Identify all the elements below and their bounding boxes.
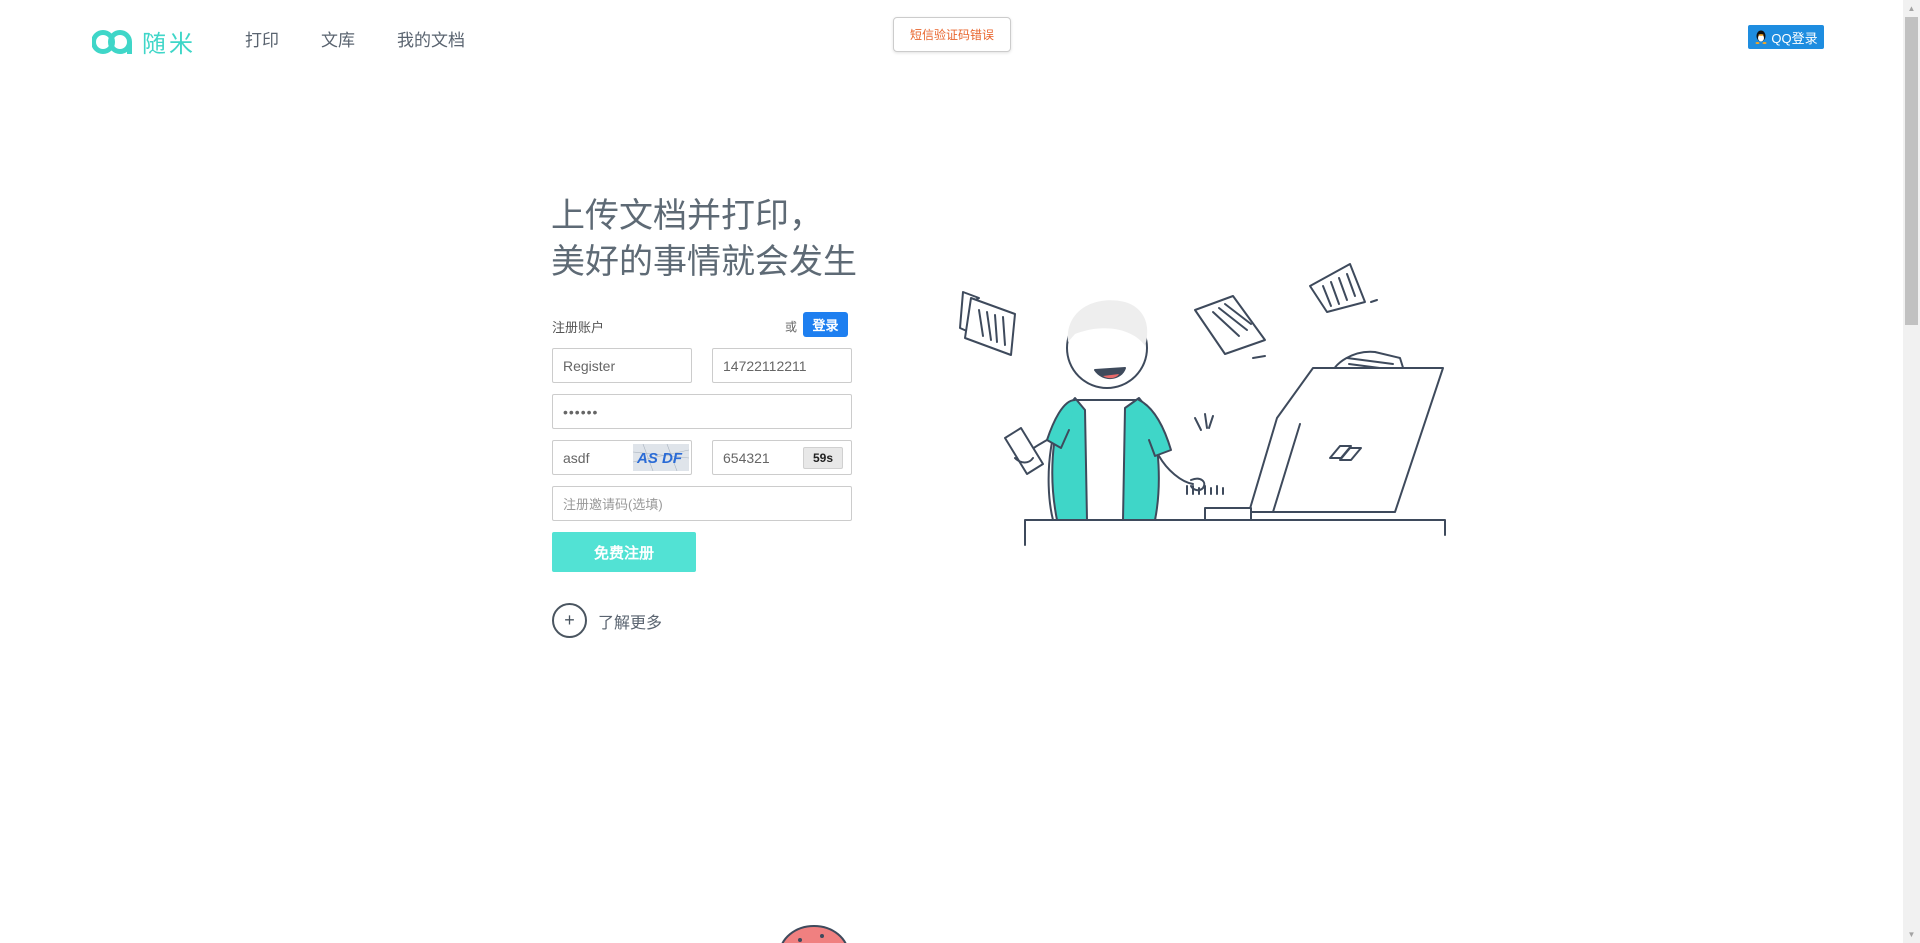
form-header: 注册账户 或 登录 [552,310,852,340]
or-text: 或 [785,320,798,334]
logo[interactable]: 随米 [92,24,196,59]
scroll-down-arrow-icon[interactable]: ▼ [1903,926,1920,943]
captcha-image-text: AS DF [636,450,683,467]
bottom-partial-graphic [781,925,847,943]
captcha-image[interactable]: AS DF [633,444,689,471]
password-input[interactable]: •••••• [552,394,852,429]
laptop-icon [1204,367,1444,521]
qq-login-button[interactable]: QQ登录 [1748,25,1824,49]
flying-paper-icon [1309,263,1378,313]
logo-icon [92,29,132,54]
desk [1024,519,1446,546]
site-header: 随米 打印 文库 我的文档 短信验证码错误 QQ登录 [0,0,1900,75]
headline-line-1: 上传文档并打印， [551,197,823,235]
learn-more-label: 了解更多 [598,614,663,632]
nav-item-my-documents[interactable]: 我的文档 [397,26,465,51]
scroll-up-arrow-icon[interactable]: ▲ [1903,0,1920,17]
register-form: 注册账户 或 登录 Register 14722112211 •••••• as… [552,310,852,572]
qq-login-label: QQ登录 [1771,30,1818,46]
submit-register-button[interactable]: 免费注册 [552,532,696,572]
nav-item-print[interactable]: 打印 [245,26,279,51]
main-nav: 打印 文库 我的文档 [245,26,507,51]
hero-headline: 上传文档并打印， 美好的事情就会发生 [551,193,857,285]
scroll-thumb[interactable] [1905,17,1918,325]
headline-line-2: 美好的事情就会发生 [551,243,857,281]
logo-text: 随米 [142,31,196,58]
phone-input[interactable]: 14722112211 [712,348,852,383]
error-toast: 短信验证码错误 [893,17,1011,52]
flying-paper-icon [959,291,1016,356]
plus-icon: + [552,603,587,638]
sms-code-wrap[interactable]: 654321 59s [712,440,852,475]
learn-more-link[interactable]: + 了解更多 [552,603,662,638]
sms-code-input[interactable]: 654321 [723,450,770,466]
person-body [1024,397,1206,521]
username-input[interactable]: Register [552,348,692,383]
flying-paper-icon [1194,295,1266,359]
login-button[interactable]: 登录 [803,312,848,337]
vertical-scrollbar[interactable]: ▲ ▼ [1903,0,1920,943]
nav-item-library[interactable]: 文库 [321,26,355,51]
captcha-input-wrap[interactable]: asdf AS DF [552,440,692,475]
form-title: 注册账户 [552,320,605,335]
qq-penguin-icon [1755,30,1767,44]
person-head [1066,300,1148,389]
hero-illustration [959,263,1446,546]
sms-countdown-button[interactable]: 59s [803,447,843,469]
captcha-input[interactable]: asdf [563,450,589,466]
invite-code-input[interactable]: 注册邀请码(选填) [552,486,852,521]
phone-icon [1004,427,1044,475]
